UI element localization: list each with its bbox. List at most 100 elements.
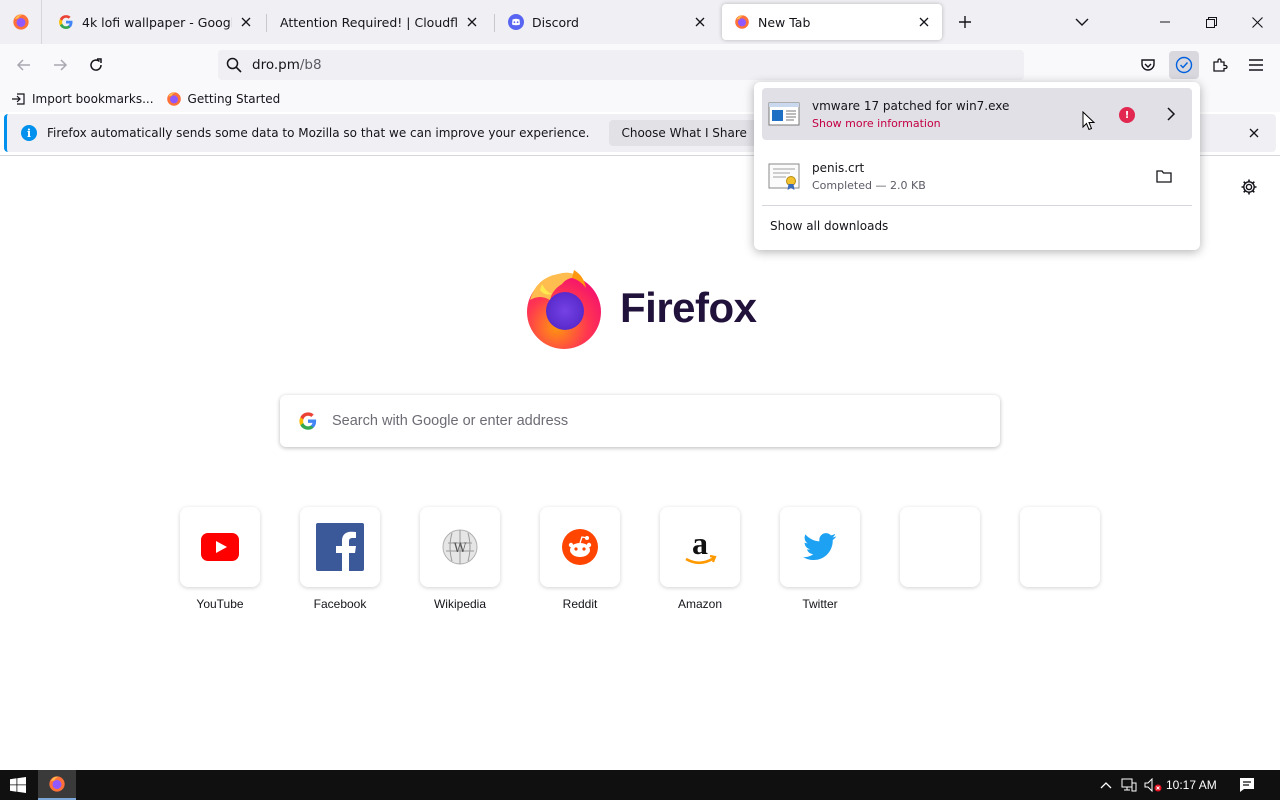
show-all-downloads-button[interactable]: Show all downloads bbox=[770, 219, 888, 233]
download-status: Show more information bbox=[812, 116, 941, 130]
app-menu-button[interactable] bbox=[1241, 51, 1271, 79]
top-site-twitter[interactable]: Twitter bbox=[780, 507, 860, 611]
google-g-icon bbox=[59, 15, 73, 29]
certificate-file-icon bbox=[768, 163, 800, 190]
list-all-tabs-button[interactable] bbox=[1068, 8, 1096, 36]
top-site-empty[interactable] bbox=[900, 507, 980, 597]
pocket-button[interactable] bbox=[1133, 51, 1163, 79]
download-filename: vmware 17 patched for win7.exe bbox=[812, 98, 1010, 113]
url-path: /b8 bbox=[299, 57, 322, 73]
close-icon[interactable] bbox=[464, 14, 480, 30]
restore-icon bbox=[1205, 16, 1217, 28]
arrow-left-icon bbox=[16, 59, 30, 71]
top-site-empty[interactable] bbox=[1020, 507, 1100, 597]
taskbar-firefox[interactable] bbox=[38, 770, 76, 800]
close-icon[interactable] bbox=[692, 14, 708, 30]
discord-icon bbox=[508, 14, 524, 30]
chevron-up-icon bbox=[1100, 782, 1112, 789]
close-window-button[interactable] bbox=[1234, 0, 1280, 44]
top-site-tile[interactable] bbox=[780, 507, 860, 587]
arrow-right-icon bbox=[54, 59, 68, 71]
tab-new-tab[interactable]: New Tab bbox=[722, 4, 942, 40]
top-site-label: Twitter bbox=[802, 597, 838, 611]
windows-logo-icon bbox=[10, 777, 26, 793]
tray-overflow-button[interactable] bbox=[1096, 770, 1116, 800]
volume-button[interactable] bbox=[1142, 770, 1164, 800]
panel-separator bbox=[762, 205, 1192, 206]
personalize-settings-button[interactable] bbox=[1238, 176, 1260, 198]
downloads-button[interactable] bbox=[1169, 51, 1199, 79]
back-button[interactable] bbox=[10, 51, 38, 79]
url-text[interactable]: dro.pm/b8 bbox=[252, 57, 322, 73]
download-complete-icon bbox=[1175, 56, 1193, 74]
import-icon bbox=[10, 91, 26, 107]
volume-muted-icon bbox=[1144, 778, 1162, 792]
windows-taskbar: 10:17 AM bbox=[0, 770, 1280, 800]
close-icon[interactable] bbox=[1246, 125, 1262, 141]
taskbar-clock[interactable]: 10:17 AM bbox=[1166, 770, 1217, 800]
twitter-icon bbox=[803, 533, 837, 561]
download-item[interactable]: vmware 17 patched for win7.exe Show more… bbox=[762, 88, 1192, 140]
top-site-amazon[interactable]: a Amazon bbox=[660, 507, 740, 611]
start-button[interactable] bbox=[0, 770, 36, 800]
notification-icon bbox=[1240, 778, 1254, 792]
download-status: Completed — 2.0 KB bbox=[812, 178, 926, 192]
download-item[interactable]: penis.crt Completed — 2.0 KB bbox=[762, 150, 1192, 202]
url-bar[interactable]: dro.pm/b8 bbox=[218, 50, 1024, 80]
svg-text:W: W bbox=[453, 541, 467, 556]
newtab-search-box[interactable]: Search with Google or enter address bbox=[280, 395, 1000, 447]
top-site-tile[interactable] bbox=[900, 507, 980, 587]
wikipedia-icon: W bbox=[442, 529, 478, 565]
top-site-reddit[interactable]: Reddit bbox=[540, 507, 620, 611]
close-icon[interactable] bbox=[238, 14, 254, 30]
tab-google-search[interactable]: 4k lofi wallpaper - Google Search bbox=[46, 4, 264, 40]
top-site-facebook[interactable]: Facebook bbox=[300, 507, 380, 611]
hamburger-menu-icon bbox=[1249, 59, 1263, 71]
plus-icon bbox=[959, 16, 971, 28]
top-site-tile[interactable]: a bbox=[660, 507, 740, 587]
choose-what-i-share-button[interactable]: Choose What I Share bbox=[609, 120, 759, 146]
tab-title: Attention Required! | Cloudflare bbox=[280, 14, 458, 30]
minimize-button[interactable] bbox=[1142, 0, 1188, 44]
chevron-right-icon[interactable] bbox=[1162, 105, 1180, 123]
amazon-icon: a bbox=[685, 527, 717, 565]
tab-cloudflare[interactable]: Attention Required! | Cloudflare bbox=[268, 4, 490, 40]
network-icon bbox=[1121, 778, 1137, 792]
tab-title: Discord bbox=[532, 14, 579, 30]
forward-button[interactable] bbox=[46, 51, 74, 79]
firefox-view-button[interactable] bbox=[0, 0, 42, 44]
restore-button[interactable] bbox=[1188, 0, 1234, 44]
download-filename: penis.crt bbox=[812, 160, 865, 175]
firefox-icon bbox=[735, 15, 749, 29]
bookmark-getting-started[interactable]: Getting Started bbox=[166, 91, 281, 107]
pocket-icon bbox=[1141, 59, 1155, 71]
reload-button[interactable] bbox=[82, 51, 110, 79]
top-site-tile[interactable] bbox=[540, 507, 620, 587]
brand-wordmark: Firefox bbox=[620, 284, 757, 331]
top-site-tile[interactable] bbox=[1020, 507, 1100, 587]
firefox-icon bbox=[166, 91, 182, 107]
tab-discord[interactable]: Discord bbox=[496, 4, 718, 40]
new-tab-button[interactable] bbox=[951, 8, 979, 36]
folder-icon[interactable] bbox=[1154, 166, 1174, 186]
top-site-tile[interactable] bbox=[300, 507, 380, 587]
top-site-label: Amazon bbox=[677, 597, 723, 611]
tab-separator bbox=[266, 14, 267, 32]
warning-icon: ! bbox=[1119, 107, 1135, 123]
extensions-button[interactable] bbox=[1205, 51, 1235, 79]
bookmark-label: Getting Started bbox=[187, 92, 281, 106]
google-g-icon bbox=[299, 412, 317, 430]
top-site-wikipedia[interactable]: W Wikipedia bbox=[420, 507, 500, 611]
tab-title: 4k lofi wallpaper - Google Search bbox=[82, 14, 232, 30]
network-button[interactable] bbox=[1118, 770, 1140, 800]
top-site-tile[interactable]: W bbox=[420, 507, 500, 587]
info-icon: i bbox=[21, 125, 37, 141]
bookmark-label: Import bookmarks... bbox=[32, 92, 154, 106]
action-center-button[interactable] bbox=[1234, 770, 1260, 800]
top-site-youtube[interactable]: YouTube bbox=[180, 507, 260, 611]
close-icon[interactable] bbox=[916, 14, 932, 30]
firefox-icon bbox=[12, 14, 29, 30]
bookmark-import[interactable]: Import bookmarks... bbox=[10, 91, 154, 107]
top-site-tile[interactable] bbox=[180, 507, 260, 587]
top-site-label: Wikipedia bbox=[433, 597, 487, 611]
